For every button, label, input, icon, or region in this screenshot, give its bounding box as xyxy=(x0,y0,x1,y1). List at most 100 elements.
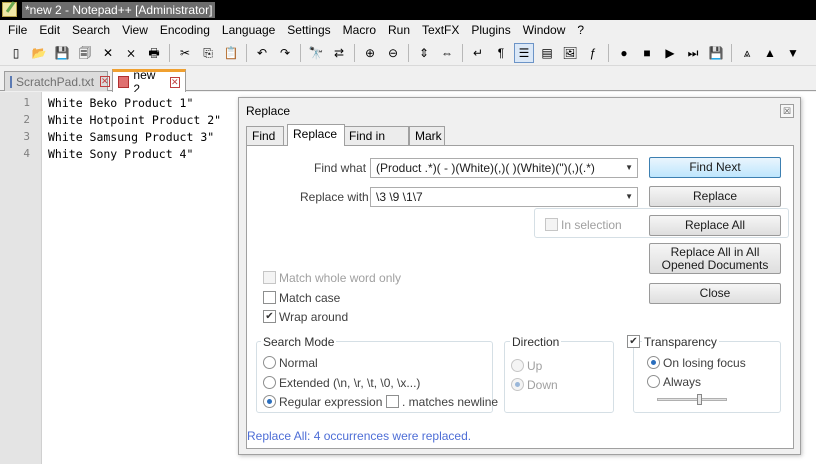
regex-mode-radio[interactable] xyxy=(263,395,276,408)
sync-vertical-icon[interactable]: ⇕ xyxy=(414,43,434,63)
menu-edit[interactable]: Edit xyxy=(33,23,66,37)
tab-close-icon[interactable]: ✕ xyxy=(100,76,110,87)
chevron-down-icon[interactable]: ▼ xyxy=(625,159,633,177)
replace-icon[interactable]: ⇄ xyxy=(329,43,349,63)
zoom-out-icon[interactable]: ⊖ xyxy=(383,43,403,63)
menu-search[interactable]: Search xyxy=(66,23,116,37)
menu-help[interactable]: ? xyxy=(571,23,590,37)
toolbar-separator xyxy=(731,43,732,62)
undo-icon[interactable]: ↶ xyxy=(252,43,272,63)
close-button[interactable]: Close xyxy=(649,283,781,304)
dialog-title: Replace xyxy=(246,104,291,118)
unsaved-file-icon xyxy=(118,76,130,88)
menu-window[interactable]: Window xyxy=(517,23,572,37)
close-icon[interactable]: ✕ xyxy=(98,43,118,63)
save-icon[interactable]: 💾 xyxy=(52,43,72,63)
menu-textfx[interactable]: TextFX xyxy=(416,23,465,37)
stop-record-icon[interactable]: ■ xyxy=(637,43,657,63)
direction-down-radio[interactable] xyxy=(511,378,524,391)
move-up-icon[interactable]: ▲ xyxy=(760,43,780,63)
tab-mark[interactable]: Mark xyxy=(409,126,445,145)
trim-icon[interactable]: ⩓ xyxy=(737,43,757,63)
tab-find[interactable]: Find xyxy=(246,126,284,145)
wrap-around-checkbox[interactable]: ✔ xyxy=(263,310,276,323)
replace-tab-panel: Find what : (Product .*)( - )(White)(,)(… xyxy=(246,145,794,449)
close-all-icon[interactable]: ⨯ xyxy=(121,43,141,63)
on-losing-focus-radio[interactable] xyxy=(647,356,660,369)
chevron-down-icon[interactable]: ▼ xyxy=(625,188,633,206)
move-down-icon[interactable]: ▼ xyxy=(783,43,803,63)
direction-down-label: Down xyxy=(527,378,558,392)
transparency-slider[interactable] xyxy=(657,398,727,401)
copy-icon[interactable]: ⎘ xyxy=(198,43,218,63)
replace-dialog: Replace ☒ Find Replace Find in Files Mar… xyxy=(238,97,801,455)
doc-map-icon[interactable]: 🖼 xyxy=(560,43,580,63)
normal-mode-label: Normal xyxy=(279,356,318,370)
tab-find-in-files[interactable]: Find in Files xyxy=(343,126,409,161)
matches-newline-checkbox[interactable] xyxy=(386,395,399,408)
direction-group xyxy=(504,341,614,413)
find-next-button[interactable]: Find Next xyxy=(649,157,781,178)
find-what-combobox[interactable]: (Product .*)( - )(White)(,)( )(White)(")… xyxy=(370,158,638,178)
paste-icon[interactable]: 📋 xyxy=(221,43,241,63)
transparency-title: Transparency xyxy=(642,335,719,349)
doc-tab-scratchpad[interactable]: ScratchPad.txt ✕ xyxy=(4,71,110,91)
menu-plugins[interactable]: Plugins xyxy=(465,23,516,37)
menu-view[interactable]: View xyxy=(116,23,154,37)
word-wrap-icon[interactable]: ↵ xyxy=(468,43,488,63)
menu-encoding[interactable]: Encoding xyxy=(154,23,216,37)
normal-mode-radio[interactable] xyxy=(263,356,276,369)
replace-all-button[interactable]: Replace All xyxy=(649,215,781,236)
record-macro-icon[interactable]: ● xyxy=(614,43,634,63)
doc-tab-new-2[interactable]: new 2 ✕ xyxy=(112,68,186,96)
new-file-icon[interactable]: ▯ xyxy=(6,43,26,63)
extended-mode-radio[interactable] xyxy=(263,376,276,389)
menu-macro[interactable]: Macro xyxy=(337,23,382,37)
transparency-checkbox[interactable]: ✔ xyxy=(627,335,640,348)
cut-icon[interactable]: ✂ xyxy=(175,43,195,63)
transparency-slider-thumb[interactable] xyxy=(697,394,702,405)
tab-close-icon[interactable]: ✕ xyxy=(169,76,180,88)
indent-guide-icon[interactable]: ☰ xyxy=(514,42,534,63)
match-whole-word-checkbox[interactable] xyxy=(263,271,276,284)
show-all-chars-icon[interactable]: ¶ xyxy=(491,43,511,63)
tab-replace[interactable]: Replace xyxy=(287,124,345,146)
replace-button[interactable]: Replace xyxy=(649,186,781,207)
dialog-close-icon[interactable]: ☒ xyxy=(780,104,794,118)
always-label: Always xyxy=(663,375,702,389)
zoom-in-icon[interactable]: ⊕ xyxy=(360,43,380,63)
match-case-checkbox[interactable] xyxy=(263,291,276,304)
code-line[interactable]: White Beko Product 1" xyxy=(48,96,193,110)
replace-with-combobox[interactable]: \3 \9 \1\7 ▼ xyxy=(370,187,638,207)
toolbar: ▯ 📂 💾 🗐 ✕ ⨯ 🖶 ✂ ⎘ 📋 ↶ ↷ 🔭 ⇄ ⊕ ⊖ ⇕ ⇔ ↵ ¶ ☰ ▤ 🖼 ƒ ● ■ ▶ ⏭ 💾 ⩓ ▲ ▼ xyxy=(0,40,816,66)
function-list-icon[interactable]: ƒ xyxy=(583,43,603,63)
print-icon[interactable]: 🖶 xyxy=(144,43,164,63)
search-mode-title: Search Mode xyxy=(261,335,337,349)
line-number-gutter: 1 2 3 4 xyxy=(0,92,42,464)
direction-up-label: Up xyxy=(527,359,543,373)
in-selection-checkbox[interactable] xyxy=(545,218,558,231)
code-line[interactable]: White Samsung Product 3" xyxy=(48,130,214,144)
find-icon[interactable]: 🔭 xyxy=(306,43,326,63)
direction-up-radio[interactable] xyxy=(511,359,524,372)
play-macro-icon[interactable]: ▶ xyxy=(660,43,680,63)
menu-language[interactable]: Language xyxy=(216,23,281,37)
code-line[interactable]: White Sony Product 4" xyxy=(48,147,193,161)
menu-file[interactable]: File xyxy=(2,23,33,37)
menu-run[interactable]: Run xyxy=(382,23,416,37)
wrap-around-label: Wrap around xyxy=(279,310,349,324)
sync-horizontal-icon[interactable]: ⇔ xyxy=(437,43,457,63)
save-all-icon[interactable]: 🗐 xyxy=(75,43,95,63)
save-macro-icon[interactable]: 💾 xyxy=(706,43,726,63)
replace-all-opened-button[interactable]: Replace All in All Opened Documents xyxy=(649,243,781,274)
redo-icon[interactable]: ↷ xyxy=(275,43,295,63)
always-radio[interactable] xyxy=(647,375,660,388)
replace-with-label: Replace with : xyxy=(300,190,376,204)
code-line[interactable]: White Hotpoint Product 2" xyxy=(48,113,221,127)
play-multiple-icon[interactable]: ⏭ xyxy=(683,43,703,63)
match-case-label: Match case xyxy=(279,291,341,305)
menu-settings[interactable]: Settings xyxy=(281,23,336,37)
user-lang-icon[interactable]: ▤ xyxy=(537,43,557,63)
extended-mode-label: Extended (\n, \r, \t, \0, \x...) xyxy=(279,376,421,390)
open-file-icon[interactable]: 📂 xyxy=(29,43,49,63)
